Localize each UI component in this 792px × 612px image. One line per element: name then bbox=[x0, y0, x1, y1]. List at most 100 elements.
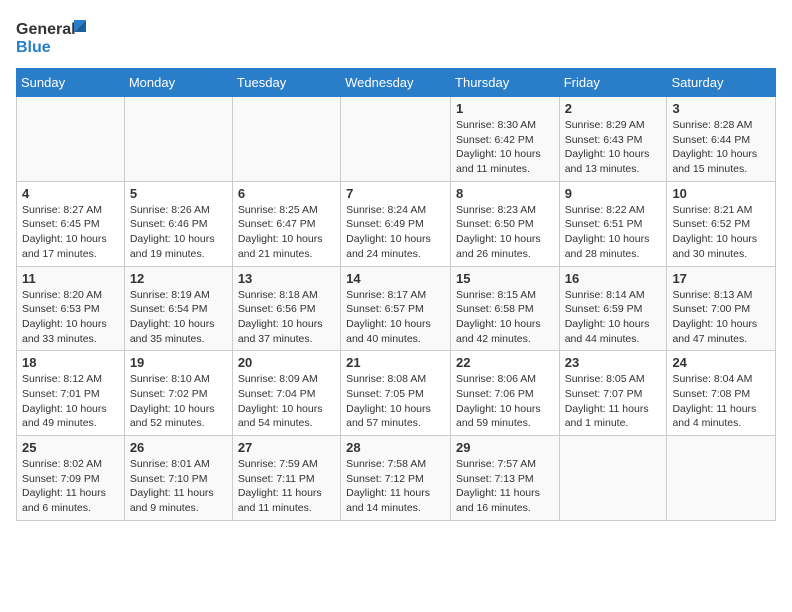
calendar-week-row: 18 Sunrise: 8:12 AM Sunset: 7:01 PM Dayli… bbox=[17, 351, 776, 436]
day-info: Sunrise: 8:02 AM Sunset: 7:09 PM Dayligh… bbox=[22, 457, 119, 516]
day-info: Sunrise: 8:12 AM Sunset: 7:01 PM Dayligh… bbox=[22, 372, 119, 431]
calendar-cell: 23 Sunrise: 8:05 AM Sunset: 7:07 PM Dayli… bbox=[559, 351, 667, 436]
day-number: 18 bbox=[22, 355, 119, 370]
header-friday: Friday bbox=[559, 69, 667, 97]
day-number: 21 bbox=[346, 355, 445, 370]
day-number: 10 bbox=[672, 186, 770, 201]
day-number: 7 bbox=[346, 186, 445, 201]
calendar-cell: 11 Sunrise: 8:20 AM Sunset: 6:53 PM Dayli… bbox=[17, 266, 125, 351]
day-number: 22 bbox=[456, 355, 554, 370]
day-number: 27 bbox=[238, 440, 335, 455]
calendar-header-row: SundayMondayTuesdayWednesdayThursdayFrid… bbox=[17, 69, 776, 97]
day-info: Sunrise: 8:09 AM Sunset: 7:04 PM Dayligh… bbox=[238, 372, 335, 431]
day-info: Sunrise: 8:15 AM Sunset: 6:58 PM Dayligh… bbox=[456, 288, 554, 347]
calendar-week-row: 1 Sunrise: 8:30 AM Sunset: 6:42 PM Daylig… bbox=[17, 97, 776, 182]
header-wednesday: Wednesday bbox=[341, 69, 451, 97]
calendar-cell bbox=[559, 436, 667, 521]
day-number: 6 bbox=[238, 186, 335, 201]
calendar-cell: 17 Sunrise: 8:13 AM Sunset: 7:00 PM Dayli… bbox=[667, 266, 776, 351]
day-info: Sunrise: 8:29 AM Sunset: 6:43 PM Dayligh… bbox=[565, 118, 662, 177]
day-number: 25 bbox=[22, 440, 119, 455]
calendar-cell: 22 Sunrise: 8:06 AM Sunset: 7:06 PM Dayli… bbox=[451, 351, 560, 436]
day-number: 1 bbox=[456, 101, 554, 116]
calendar-cell: 28Sunrise: 7:58 AM Sunset: 7:12 PM Dayli… bbox=[341, 436, 451, 521]
calendar-cell bbox=[341, 97, 451, 182]
day-number: 23 bbox=[565, 355, 662, 370]
calendar-cell bbox=[124, 97, 232, 182]
header-saturday: Saturday bbox=[667, 69, 776, 97]
page-header: GeneralBlue bbox=[16, 16, 776, 58]
calendar-cell bbox=[667, 436, 776, 521]
calendar-table: SundayMondayTuesdayWednesdayThursdayFrid… bbox=[16, 68, 776, 521]
day-info: Sunrise: 8:28 AM Sunset: 6:44 PM Dayligh… bbox=[672, 118, 770, 177]
day-info: Sunrise: 8:30 AM Sunset: 6:42 PM Dayligh… bbox=[456, 118, 554, 177]
calendar-cell: 8 Sunrise: 8:23 AM Sunset: 6:50 PM Daylig… bbox=[451, 181, 560, 266]
calendar-cell: 15 Sunrise: 8:15 AM Sunset: 6:58 PM Dayli… bbox=[451, 266, 560, 351]
calendar-cell: 4Sunrise: 8:27 AM Sunset: 6:45 PM Daylig… bbox=[17, 181, 125, 266]
day-info: Sunrise: 8:05 AM Sunset: 7:07 PM Dayligh… bbox=[565, 372, 662, 431]
day-info: Sunrise: 8:19 AM Sunset: 6:54 PM Dayligh… bbox=[130, 288, 227, 347]
calendar-cell bbox=[17, 97, 125, 182]
calendar-cell: 12 Sunrise: 8:19 AM Sunset: 6:54 PM Dayli… bbox=[124, 266, 232, 351]
calendar-cell: 24 Sunrise: 8:04 AM Sunset: 7:08 PM Dayli… bbox=[667, 351, 776, 436]
day-info: Sunrise: 8:06 AM Sunset: 7:06 PM Dayligh… bbox=[456, 372, 554, 431]
calendar-cell: 2 Sunrise: 8:29 AM Sunset: 6:43 PM Daylig… bbox=[559, 97, 667, 182]
day-number: 20 bbox=[238, 355, 335, 370]
calendar-cell: 25 Sunrise: 8:02 AM Sunset: 7:09 PM Dayli… bbox=[17, 436, 125, 521]
header-monday: Monday bbox=[124, 69, 232, 97]
calendar-cell: 19 Sunrise: 8:10 AM Sunset: 7:02 PM Dayli… bbox=[124, 351, 232, 436]
day-number: 2 bbox=[565, 101, 662, 116]
day-number: 8 bbox=[456, 186, 554, 201]
day-info: Sunrise: 8:10 AM Sunset: 7:02 PM Dayligh… bbox=[130, 372, 227, 431]
day-number: 19 bbox=[130, 355, 227, 370]
day-info: Sunrise: 8:18 AM Sunset: 6:56 PM Dayligh… bbox=[238, 288, 335, 347]
day-info: Sunrise: 7:59 AM Sunset: 7:11 PM Dayligh… bbox=[238, 457, 335, 516]
day-info: Sunrise: 8:21 AM Sunset: 6:52 PM Dayligh… bbox=[672, 203, 770, 262]
day-info: Sunrise: 8:25 AM Sunset: 6:47 PM Dayligh… bbox=[238, 203, 335, 262]
day-info: Sunrise: 7:58 AM Sunset: 7:12 PM Dayligh… bbox=[346, 457, 445, 516]
day-number: 12 bbox=[130, 271, 227, 286]
calendar-cell: 1 Sunrise: 8:30 AM Sunset: 6:42 PM Daylig… bbox=[451, 97, 560, 182]
calendar-cell: 9Sunrise: 8:22 AM Sunset: 6:51 PM Daylig… bbox=[559, 181, 667, 266]
calendar-cell: 7 Sunrise: 8:24 AM Sunset: 6:49 PM Daylig… bbox=[341, 181, 451, 266]
day-number: 26 bbox=[130, 440, 227, 455]
calendar-cell: 29 Sunrise: 7:57 AM Sunset: 7:13 PM Dayli… bbox=[451, 436, 560, 521]
day-number: 17 bbox=[672, 271, 770, 286]
calendar-cell: 6 Sunrise: 8:25 AM Sunset: 6:47 PM Daylig… bbox=[232, 181, 340, 266]
day-number: 9 bbox=[565, 186, 662, 201]
calendar-cell: 26Sunrise: 8:01 AM Sunset: 7:10 PM Dayli… bbox=[124, 436, 232, 521]
calendar-week-row: 25 Sunrise: 8:02 AM Sunset: 7:09 PM Dayli… bbox=[17, 436, 776, 521]
calendar-cell: 10 Sunrise: 8:21 AM Sunset: 6:52 PM Dayli… bbox=[667, 181, 776, 266]
day-number: 29 bbox=[456, 440, 554, 455]
day-info: Sunrise: 7:57 AM Sunset: 7:13 PM Dayligh… bbox=[456, 457, 554, 516]
calendar-cell: 27 Sunrise: 7:59 AM Sunset: 7:11 PM Dayli… bbox=[232, 436, 340, 521]
day-info: Sunrise: 8:27 AM Sunset: 6:45 PM Dayligh… bbox=[22, 203, 119, 262]
day-number: 13 bbox=[238, 271, 335, 286]
day-info: Sunrise: 8:13 AM Sunset: 7:00 PM Dayligh… bbox=[672, 288, 770, 347]
day-info: Sunrise: 8:08 AM Sunset: 7:05 PM Dayligh… bbox=[346, 372, 445, 431]
calendar-cell: 20 Sunrise: 8:09 AM Sunset: 7:04 PM Dayli… bbox=[232, 351, 340, 436]
calendar-week-row: 4Sunrise: 8:27 AM Sunset: 6:45 PM Daylig… bbox=[17, 181, 776, 266]
day-number: 11 bbox=[22, 271, 119, 286]
logo-svg: GeneralBlue bbox=[16, 16, 96, 58]
day-number: 15 bbox=[456, 271, 554, 286]
calendar-cell: 5Sunrise: 8:26 AM Sunset: 6:46 PM Daylig… bbox=[124, 181, 232, 266]
day-number: 3 bbox=[672, 101, 770, 116]
calendar-cell: 14Sunrise: 8:17 AM Sunset: 6:57 PM Dayli… bbox=[341, 266, 451, 351]
header-thursday: Thursday bbox=[451, 69, 560, 97]
day-info: Sunrise: 8:24 AM Sunset: 6:49 PM Dayligh… bbox=[346, 203, 445, 262]
day-info: Sunrise: 8:04 AM Sunset: 7:08 PM Dayligh… bbox=[672, 372, 770, 431]
svg-text:Blue: Blue bbox=[16, 39, 51, 56]
calendar-cell: 13 Sunrise: 8:18 AM Sunset: 6:56 PM Dayli… bbox=[232, 266, 340, 351]
calendar-cell: 16 Sunrise: 8:14 AM Sunset: 6:59 PM Dayli… bbox=[559, 266, 667, 351]
day-info: Sunrise: 8:14 AM Sunset: 6:59 PM Dayligh… bbox=[565, 288, 662, 347]
day-number: 16 bbox=[565, 271, 662, 286]
day-info: Sunrise: 8:20 AM Sunset: 6:53 PM Dayligh… bbox=[22, 288, 119, 347]
calendar-cell: 21 Sunrise: 8:08 AM Sunset: 7:05 PM Dayli… bbox=[341, 351, 451, 436]
calendar-cell bbox=[232, 97, 340, 182]
calendar-cell: 18 Sunrise: 8:12 AM Sunset: 7:01 PM Dayli… bbox=[17, 351, 125, 436]
day-number: 24 bbox=[672, 355, 770, 370]
day-info: Sunrise: 8:23 AM Sunset: 6:50 PM Dayligh… bbox=[456, 203, 554, 262]
svg-text:General: General bbox=[16, 21, 76, 38]
day-number: 14 bbox=[346, 271, 445, 286]
